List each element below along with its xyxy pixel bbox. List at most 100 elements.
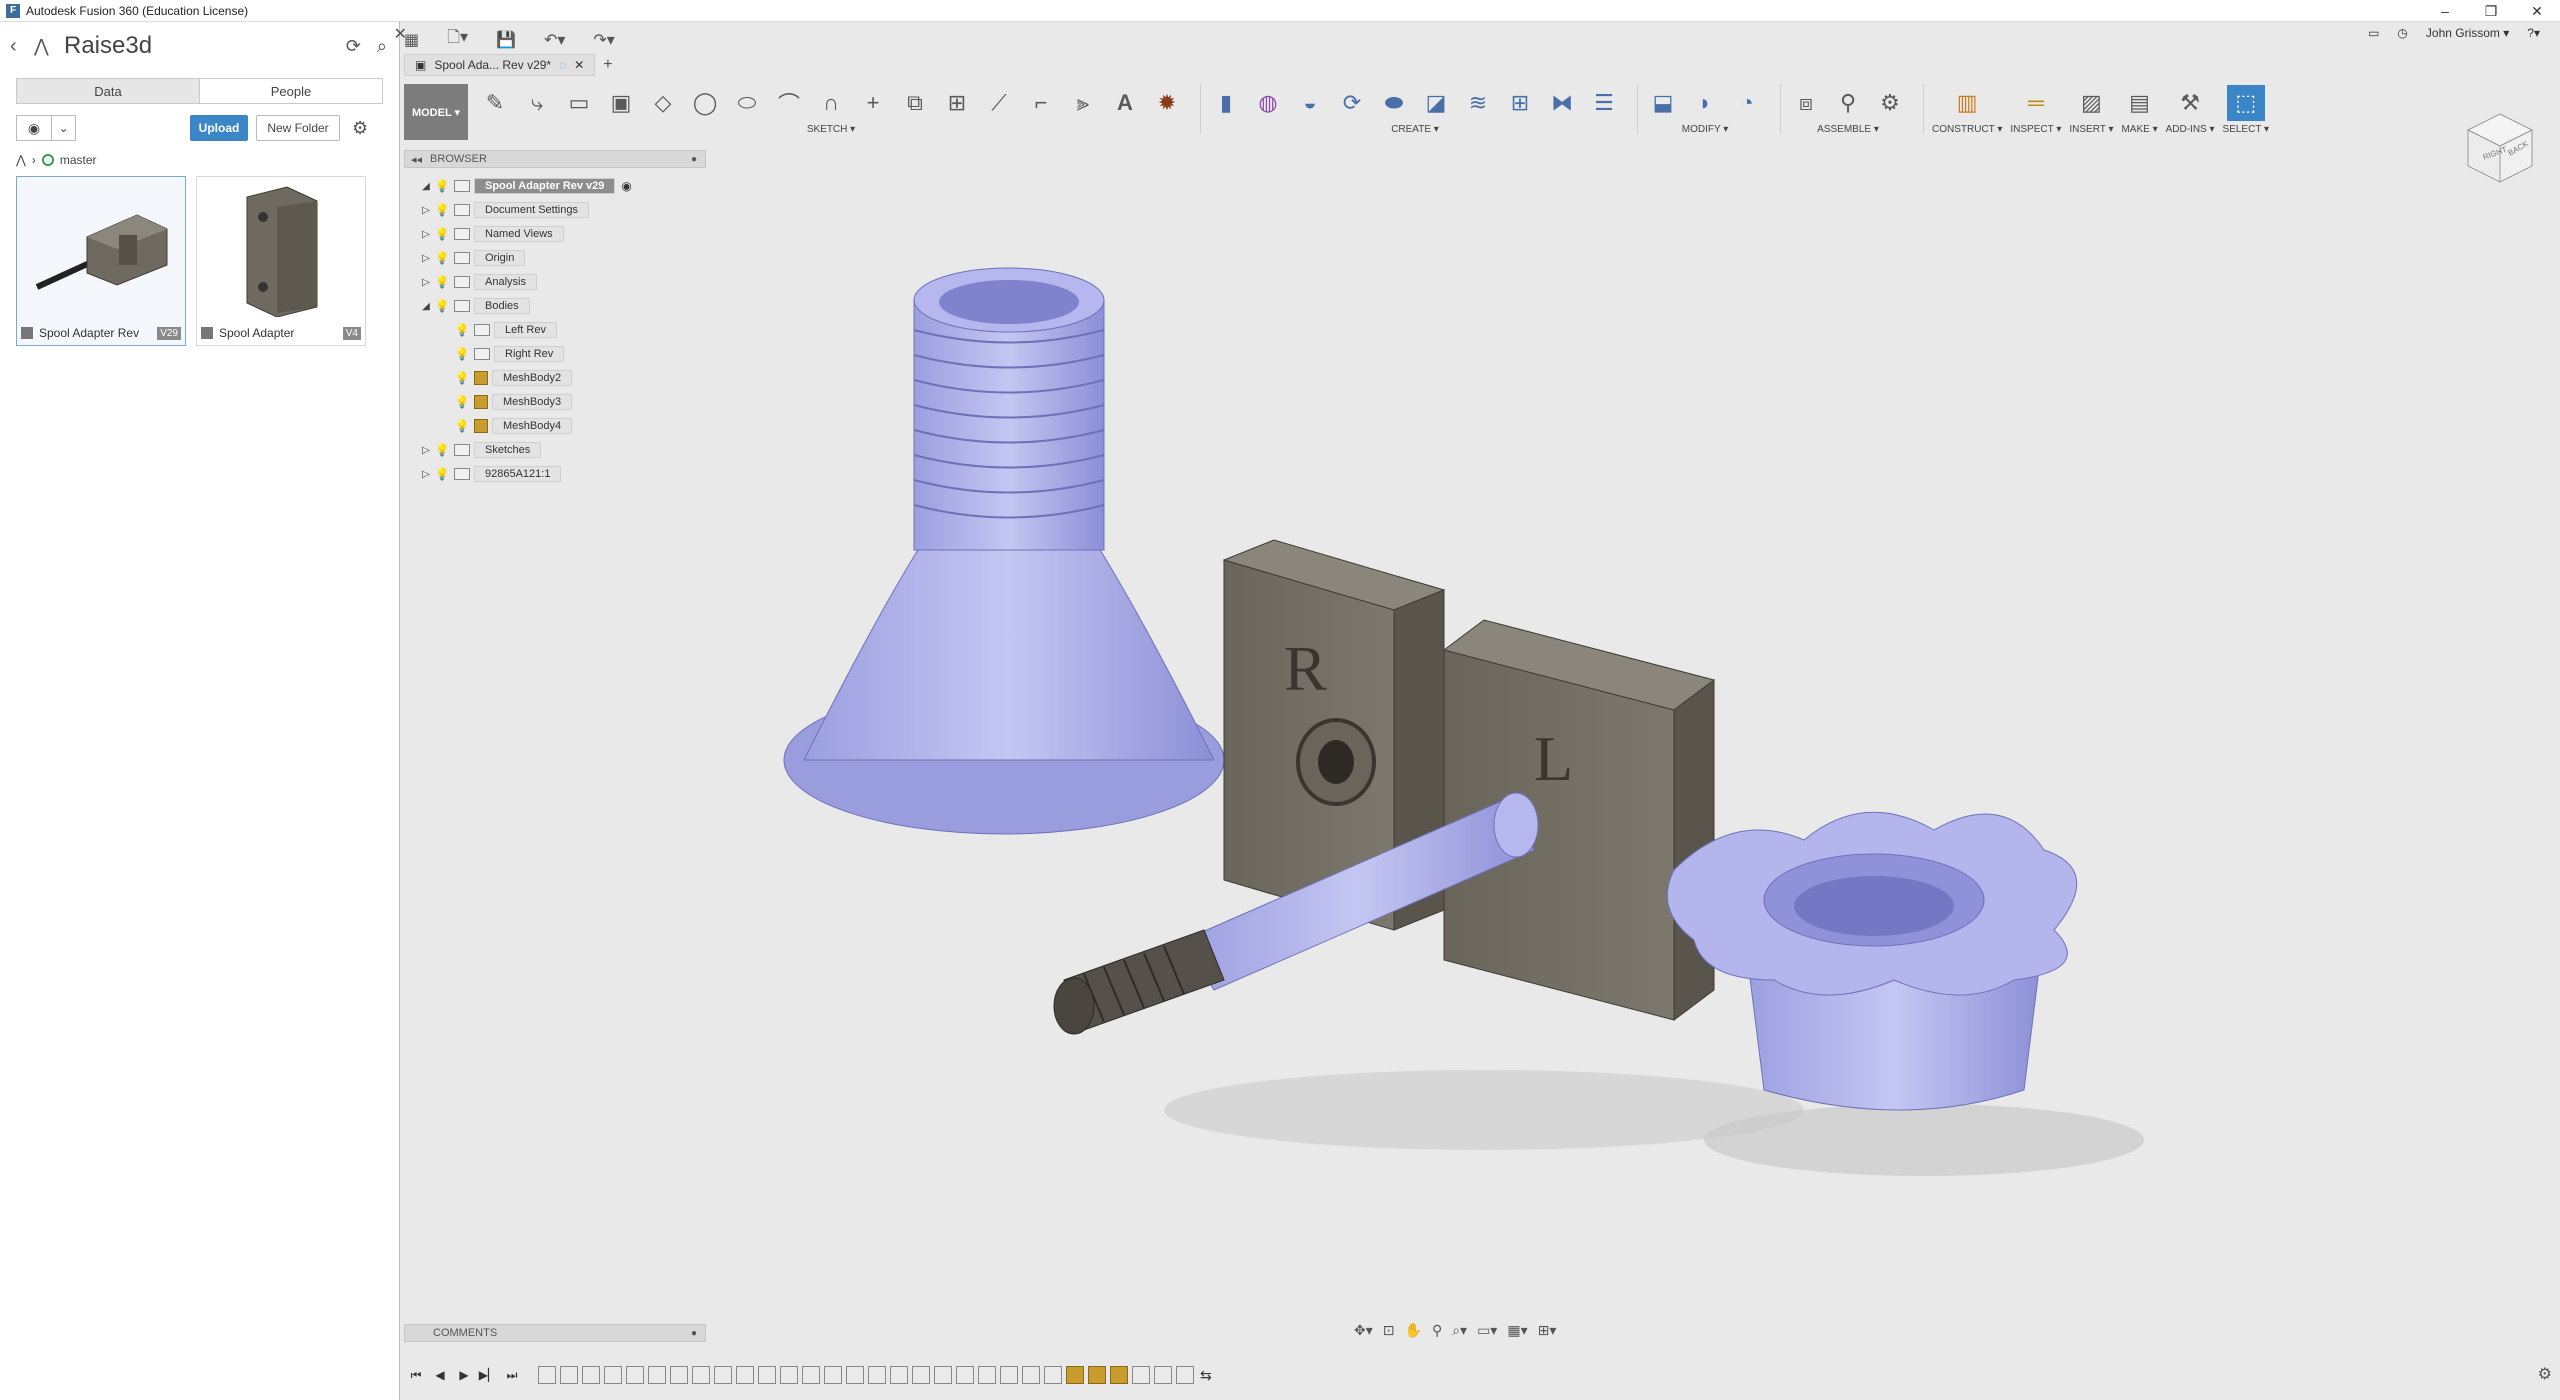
redo-icon[interactable]: ↷▾ — [593, 30, 614, 50]
timeline-feature-icon[interactable] — [758, 1366, 776, 1384]
loft-icon[interactable]: ⬬ — [1377, 86, 1411, 120]
zoom-window-icon[interactable]: ⌕▾ — [1452, 1322, 1467, 1339]
timeline-feature-icon[interactable] — [1000, 1366, 1018, 1384]
visibility-bulb-icon[interactable]: 💡 — [434, 443, 450, 457]
restore-button[interactable]: ❐ — [2468, 0, 2514, 22]
visibility-bulb-icon[interactable]: 💡 — [454, 419, 470, 433]
timeline-marker-icon[interactable]: ⇆ — [1200, 1367, 1212, 1384]
timeline-feature-icon[interactable] — [1154, 1366, 1172, 1384]
step-forward-icon[interactable]: ▶▏ — [476, 1368, 500, 1382]
offset-icon[interactable]: ⧉ — [898, 86, 932, 120]
rib-icon[interactable]: ◪ — [1419, 86, 1453, 120]
timeline-feature-icon[interactable] — [1066, 1366, 1084, 1384]
timeline-feature-icon[interactable] — [912, 1366, 930, 1384]
pattern-3d-icon[interactable]: ⊞ — [1503, 86, 1537, 120]
browser-node[interactable]: 💡 MeshBody3 — [404, 390, 706, 414]
timeline-feature-icon[interactable] — [1044, 1366, 1062, 1384]
file-menu-icon[interactable]: 🗋▾ — [447, 26, 468, 53]
new-folder-button[interactable]: New Folder — [256, 115, 340, 141]
visibility-bulb-icon[interactable]: 💡 — [454, 323, 470, 337]
extrude-icon[interactable]: ▮ — [1209, 86, 1243, 120]
insert-image-icon[interactable]: ▨ — [2074, 86, 2108, 120]
expand-icon[interactable]: ▷ — [418, 205, 434, 216]
zoom-icon[interactable]: ⚲ — [1432, 1322, 1442, 1339]
grid-settings-icon[interactable]: ▦▾ — [1507, 1322, 1527, 1339]
visibility-bulb-icon[interactable]: 💡 — [454, 371, 470, 385]
inspect-menu[interactable]: INSPECT ▾ — [2010, 124, 2061, 135]
timeline-feature-icon[interactable] — [890, 1366, 908, 1384]
sweep-icon[interactable]: ⟳ — [1335, 86, 1369, 120]
sketch-menu[interactable]: SKETCH ▾ — [807, 124, 855, 135]
fillet-sketch-icon[interactable]: ⌐ — [1024, 86, 1058, 120]
mesh-body-nut[interactable] — [1666, 811, 2078, 1111]
timeline-feature-icon[interactable] — [1110, 1366, 1128, 1384]
make-menu[interactable]: MAKE ▾ — [2121, 124, 2157, 135]
help-icon[interactable]: ?▾ — [2527, 26, 2540, 40]
as-built-joint-icon[interactable]: ⚙ — [1873, 86, 1907, 120]
timeline-feature-icon[interactable] — [670, 1366, 688, 1384]
step-back-icon[interactable]: ◀ — [428, 1368, 452, 1382]
form-icon[interactable]: ◍ — [1251, 86, 1285, 120]
browser-node[interactable]: ▷ 💡 Sketches — [404, 438, 706, 462]
timeline-feature-icon[interactable] — [1088, 1366, 1106, 1384]
timeline-feature-icon[interactable] — [802, 1366, 820, 1384]
visibility-bulb-icon[interactable]: 💡 — [434, 467, 450, 481]
expand-icon[interactable]: ▷ — [418, 229, 434, 240]
search-icon[interactable]: ⌕ — [377, 36, 387, 57]
browser-node[interactable]: 💡 Right Rev — [404, 342, 706, 366]
select-icon[interactable]: ⬚ — [2226, 85, 2265, 121]
spline-icon[interactable]: ∩ — [814, 86, 848, 120]
thread-icon[interactable]: ☰ — [1587, 86, 1621, 120]
mirror-icon[interactable]: ⫸ — [1066, 86, 1100, 120]
gear-sketch-icon[interactable]: ✹ — [1150, 86, 1184, 120]
viewports-icon[interactable]: ⊞▾ — [1538, 1322, 1557, 1339]
joint-icon[interactable]: ⚲ — [1831, 86, 1865, 120]
select-menu[interactable]: SELECT ▾ — [2223, 124, 2270, 135]
branch-label[interactable]: master — [60, 153, 97, 167]
center-rectangle-icon[interactable]: ▣ — [604, 86, 638, 120]
pin-icon[interactable]: ● — [691, 154, 697, 165]
rectangle-icon[interactable]: ▭ — [562, 86, 596, 120]
visibility-bulb-icon[interactable]: 💡 — [434, 179, 450, 193]
browser-node[interactable]: 💡 MeshBody2 — [404, 366, 706, 390]
expand-icon[interactable]: ▷ — [418, 445, 434, 456]
tab-people[interactable]: People — [200, 79, 382, 103]
visibility-bulb-icon[interactable]: 💡 — [454, 395, 470, 409]
refresh-icon[interactable]: ⟳ — [346, 36, 361, 57]
point-icon[interactable]: + — [856, 86, 890, 120]
timeline-feature-icon[interactable] — [956, 1366, 974, 1384]
back-arrow-icon[interactable]: ‹ — [10, 35, 34, 58]
play-icon[interactable]: ▶ — [452, 1368, 476, 1382]
timeline-feature-icon[interactable] — [934, 1366, 952, 1384]
close-button[interactable]: ✕ — [2514, 0, 2560, 22]
revolve-icon[interactable]: ◒ — [1293, 86, 1327, 120]
view-options-icon[interactable]: ◉ — [16, 115, 52, 141]
browser-node[interactable]: 💡 MeshBody4 — [404, 414, 706, 438]
pattern-icon[interactable]: ⊞ — [940, 86, 974, 120]
visibility-bulb-icon[interactable]: 💡 — [434, 299, 450, 313]
close-tab-icon[interactable]: ✕ — [574, 58, 584, 72]
timeline-feature-icon[interactable] — [1176, 1366, 1194, 1384]
visibility-bulb-icon[interactable]: 💡 — [434, 203, 450, 217]
notifications-icon[interactable]: ▭ — [2368, 26, 2379, 40]
circle-icon[interactable]: ◯ — [688, 86, 722, 120]
undo-icon[interactable]: ↶▾ — [544, 30, 565, 50]
offset-plane-icon[interactable]: ▥ — [1950, 86, 1984, 120]
comments-header[interactable]: COMMENTS ● — [404, 1324, 706, 1342]
create-menu[interactable]: CREATE ▾ — [1391, 124, 1439, 135]
visibility-bulb-icon[interactable]: 💡 — [434, 251, 450, 265]
measure-icon[interactable]: ═ — [2019, 86, 2053, 120]
shell-icon[interactable]: ◔ — [1730, 86, 1764, 120]
arc-icon[interactable]: ⌒ — [772, 86, 806, 120]
timeline-feature-icon[interactable] — [692, 1366, 710, 1384]
browser-node[interactable]: ▷ 💡 Origin — [404, 246, 706, 270]
go-to-end-icon[interactable]: ⏭ — [500, 1368, 524, 1383]
timeline-settings-icon[interactable]: ⚙ — [2538, 1364, 2552, 1384]
file-card[interactable]: Spool Adapter V4 — [196, 176, 366, 346]
timeline-feature-icon[interactable] — [780, 1366, 798, 1384]
construct-menu[interactable]: CONSTRUCT ▾ — [1932, 124, 2002, 135]
go-to-start-icon[interactable]: ⏮ — [404, 1368, 428, 1383]
visibility-bulb-icon[interactable]: 💡 — [434, 275, 450, 289]
job-status-icon[interactable]: ◷ — [2397, 26, 2407, 40]
workspace-switcher[interactable]: MODEL ▾ — [404, 84, 468, 140]
